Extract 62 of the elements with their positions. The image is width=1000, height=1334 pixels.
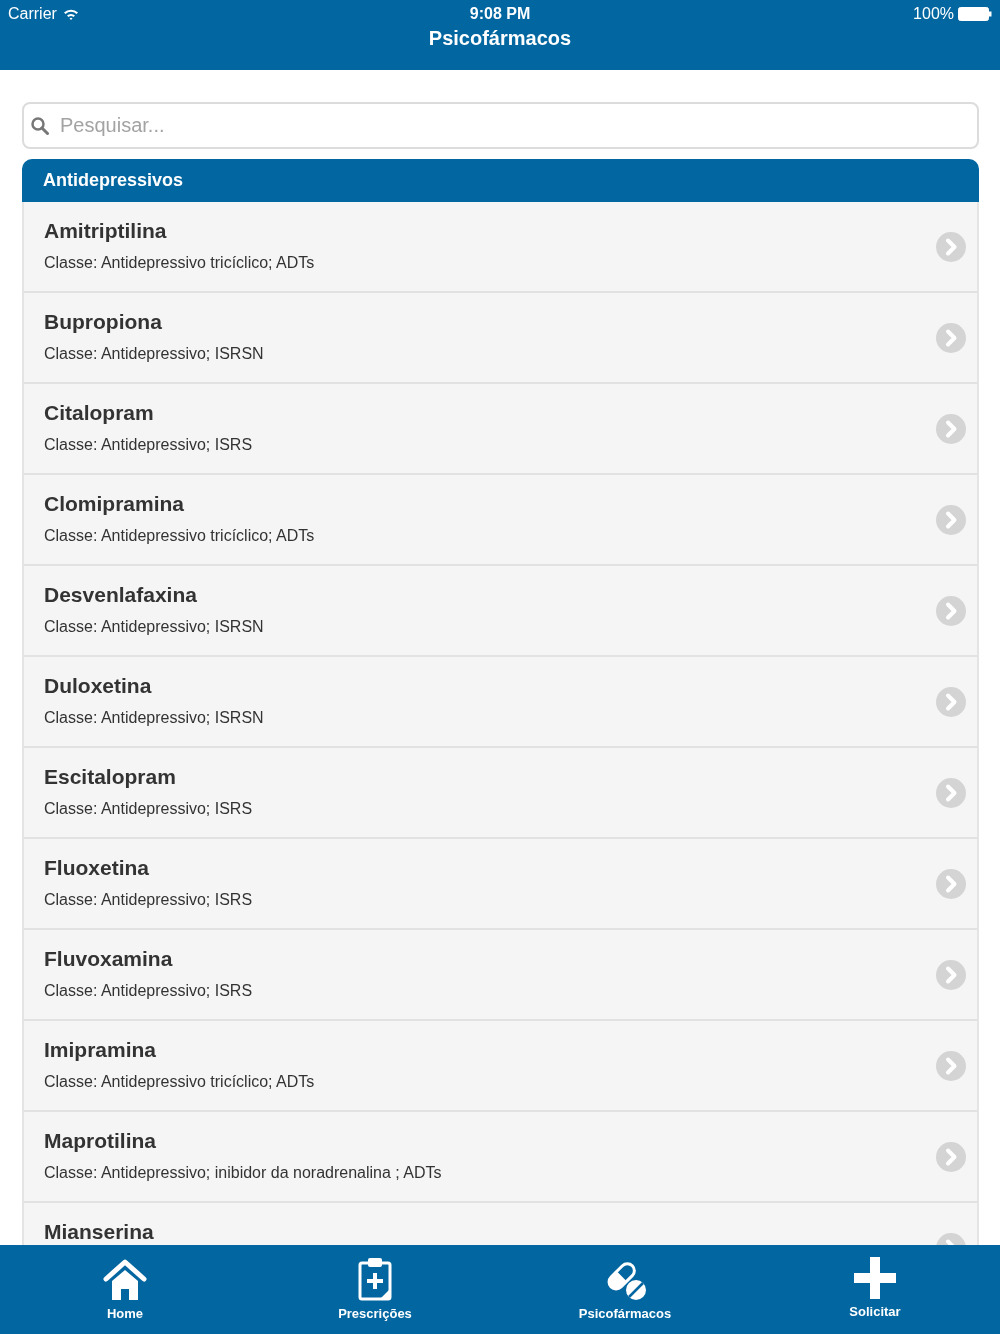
drug-name: Duloxetina (44, 673, 152, 699)
chevron-right-icon (936, 413, 966, 444)
status-time: 9:08 PM (469, 5, 531, 23)
chevron-right-icon (936, 686, 966, 717)
drug-name: Escitalopram (44, 764, 176, 790)
drug-class: Classe: Antidepressivo tricíclico; ADTs (44, 1072, 315, 1092)
chevron-right-icon (936, 1141, 966, 1172)
drug-class: Classe: Antidepressivo; ISRSN (44, 344, 264, 364)
battery-icon (958, 7, 992, 21)
chevron-right-icon (936, 595, 966, 626)
battery-percentage: 100% (913, 5, 954, 23)
drug-name: Mianserina (44, 1219, 154, 1245)
plus-icon (854, 1257, 896, 1299)
drug-name: Fluvoxamina (44, 946, 173, 972)
drug-name: Clomipramina (44, 491, 185, 517)
chevron-right-icon (936, 231, 966, 262)
chevron-right-icon (936, 1050, 966, 1081)
search-icon (31, 117, 49, 135)
drug-list-item[interactable]: Escitalopram Classe: Antidepressivo; ISRS (22, 748, 979, 839)
tab-bar-item[interactable]: Psicofármacos (572, 1245, 678, 1334)
clipboard-plus-icon (358, 1257, 392, 1301)
drug-list-item[interactable]: Amitriptilina Classe: Antidepressivo tricíclico; ADTs (22, 202, 979, 293)
chevron-right-icon (936, 868, 966, 899)
drug-list-item[interactable]: Clomipramina Classe: Antidepressivo tricíclico; ADTs (22, 475, 979, 566)
drug-list-item[interactable]: Bupropiona Classe: Antidepressivo; ISRSN (22, 293, 979, 384)
tab-bar-item[interactable]: Solicitar (843, 1245, 907, 1334)
drug-class: Classe: Antidepressivo tricíclico; ADTs (44, 253, 315, 273)
drug-class: Classe: Antidepressivo; ISRSN (44, 708, 264, 728)
drug-name: Desvenlafaxina (44, 582, 197, 608)
chevron-right-icon (936, 959, 966, 990)
drug-list-item[interactable]: Fluoxetina Classe: Antidepressivo; ISRS (22, 839, 979, 930)
drug-name: Imipramina (44, 1037, 157, 1063)
drug-name: Fluoxetina (44, 855, 149, 881)
chevron-right-icon (936, 777, 966, 808)
home-icon (103, 1257, 147, 1301)
drug-class: Classe: Antidepressivo; ISRS (44, 890, 253, 910)
drug-class: Classe: Antidepressivo; ISRS (44, 981, 253, 1001)
drug-class: Classe: Antidepressivo tricíclico; ADTs (44, 526, 315, 546)
drug-list-item[interactable]: Fluvoxamina Classe: Antidepressivo; ISRS (22, 930, 979, 1021)
drug-class: Classe: Antidepressivo; inibidor da noradrenalina ; ADTs (44, 1163, 442, 1183)
tab-bar-item[interactable]: Prescrições (332, 1245, 418, 1334)
drug-class: Classe: Antidepressivo; ISRS (44, 435, 253, 455)
section-title: Antidepressivos (43, 170, 184, 191)
drug-list-item[interactable]: Mianserina (22, 1203, 979, 1245)
search-field[interactable]: Pesquisar... (22, 102, 979, 149)
screen-title: Psicofármacos (428, 28, 572, 48)
drug-list-item[interactable]: Desvenlafaxina Classe: Antidepressivo; ISRSN (22, 566, 979, 657)
drug-list-item[interactable]: Maprotilina Classe: Antidepressivo; inibidor da noradrenalina ; ADTs (22, 1112, 979, 1203)
drug-name: Bupropiona (44, 309, 162, 335)
wifi-icon (62, 8, 79, 20)
drug-name: Maprotilina (44, 1128, 156, 1154)
drug-class: Classe: Antidepressivo; ISRSN (44, 617, 264, 637)
chevron-right-icon (936, 504, 966, 535)
drug-list-item[interactable]: Duloxetina Classe: Antidepressivo; ISRSN (22, 657, 979, 748)
carrier-label: Carrier (8, 5, 57, 23)
drug-name: Citalopram (44, 400, 154, 426)
drug-list-item[interactable]: Imipramina Classe: Antidepressivo tricíclico; ADTs (22, 1021, 979, 1112)
tab-bar-item[interactable]: Home (97, 1245, 153, 1334)
drug-list-item[interactable]: Citalopram Classe: Antidepressivo; ISRS (22, 384, 979, 475)
drug-class: Classe: Antidepressivo; ISRS (44, 799, 253, 819)
drug-name: Amitriptilina (44, 218, 167, 244)
chevron-right-icon (936, 322, 966, 353)
